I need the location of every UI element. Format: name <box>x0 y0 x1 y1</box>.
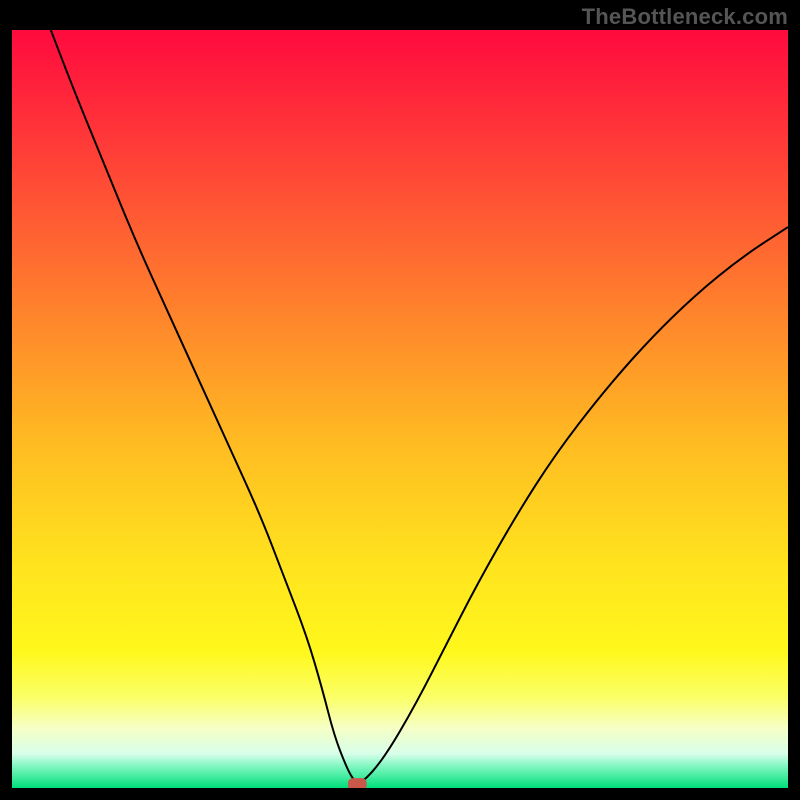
optimal-marker <box>348 778 367 788</box>
gradient-background <box>12 30 788 788</box>
bottleneck-chart <box>12 30 788 788</box>
chart-frame <box>12 30 788 788</box>
watermark-text: TheBottleneck.com <box>582 4 788 30</box>
